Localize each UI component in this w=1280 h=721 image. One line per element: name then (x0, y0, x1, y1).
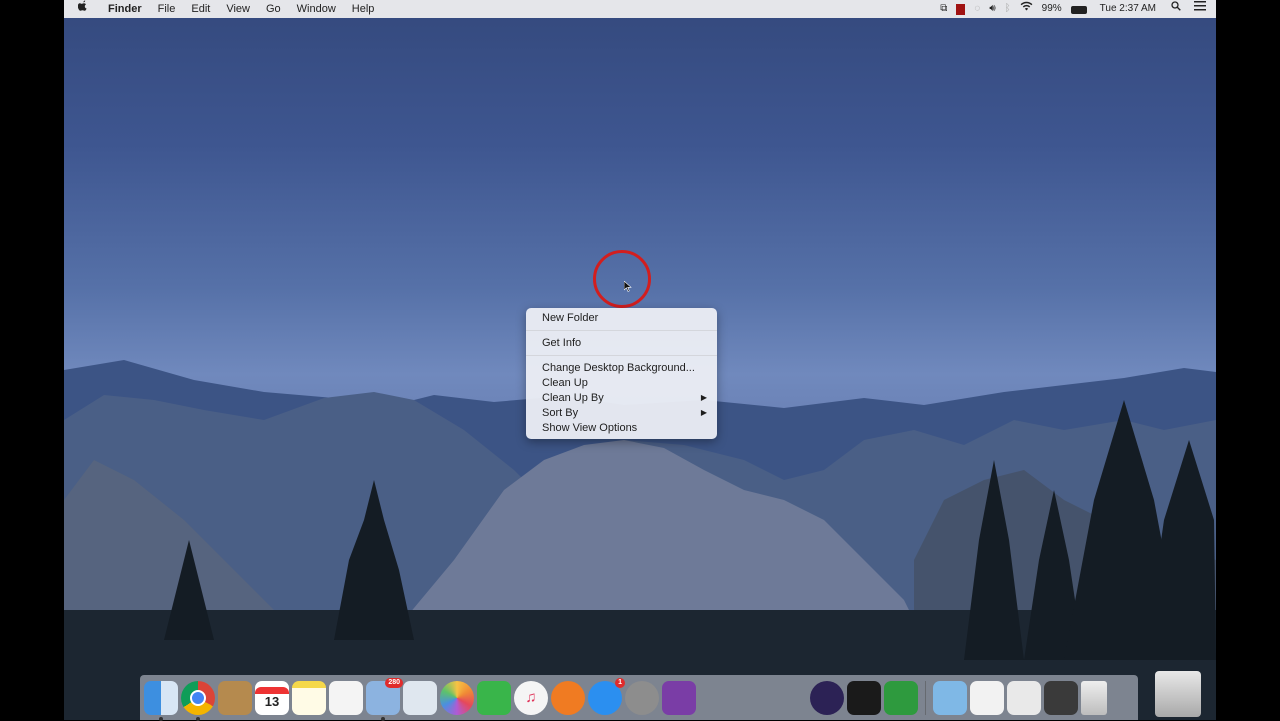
itunes-icon[interactable]: ♫ (514, 680, 548, 715)
eclipse-icon[interactable] (810, 680, 844, 715)
context-item-clean-up[interactable]: Clean Up (542, 376, 709, 390)
calendar-day: 13 (264, 693, 280, 709)
battery-percent[interactable]: 99% (1042, 0, 1062, 18)
word-icon[interactable] (699, 681, 733, 715)
photos-icon[interactable] (440, 680, 474, 715)
dock: 13 280 ♫ 1 (140, 675, 1138, 721)
context-item-clean-up-by[interactable]: Clean Up By ▶ (542, 391, 709, 405)
dropbox-icon[interactable]: ⧉ (940, 0, 947, 18)
menu-file[interactable]: File (150, 0, 184, 18)
chrome-icon[interactable] (181, 680, 215, 721)
recording-icon[interactable] (956, 3, 966, 15)
clock[interactable]: Tue 2:37 AM (1100, 0, 1156, 18)
onenote-icon[interactable] (662, 680, 696, 715)
calendar-header (255, 686, 289, 694)
preview-icon[interactable] (403, 680, 437, 715)
context-item-change-desktop-background[interactable]: Change Desktop Background... (542, 361, 709, 375)
mouse-cursor-icon (623, 280, 632, 294)
context-item-label: Get Info (542, 337, 582, 349)
terminal-icon[interactable] (847, 680, 881, 715)
notes-icon[interactable] (292, 680, 326, 715)
menu-go[interactable]: Go (258, 0, 289, 18)
downloads-stack-icon[interactable] (1007, 680, 1041, 715)
excel-icon[interactable] (736, 681, 770, 715)
context-item-label: Clean Up By (542, 392, 604, 404)
hard-drive-icon[interactable] (1155, 671, 1201, 717)
camtasia-icon[interactable] (884, 680, 918, 715)
mail-badge: 280 (385, 677, 403, 688)
context-item-show-view-options[interactable]: Show View Options (542, 421, 709, 435)
powerpoint-icon[interactable] (773, 681, 807, 715)
facetime-icon[interactable] (477, 680, 511, 715)
app-store-badge: 1 (615, 677, 625, 688)
chrome-center-icon (190, 689, 206, 706)
menu-window[interactable]: Window (289, 0, 344, 18)
bluetooth-icon[interactable]: ᛒ (1005, 0, 1011, 18)
status-area: ⧉ ◌ 🔊︎ ᛒ 99% Tue 2:37 AM (940, 0, 1206, 18)
context-item-label: Show View Options (542, 422, 638, 434)
volume-icon[interactable]: 🔊︎ (989, 0, 995, 18)
context-item-label: Clean Up (542, 377, 588, 389)
context-item-label: Change Desktop Background... (542, 362, 695, 374)
reminders-icon[interactable] (329, 680, 363, 715)
apple-icon[interactable] (64, 0, 100, 18)
context-item-new-folder[interactable]: New Folder (542, 311, 709, 325)
calendar-icon[interactable]: 13 (255, 680, 289, 715)
submenu-arrow-icon: ▶ (700, 408, 707, 417)
context-item-sort-by[interactable]: Sort By ▶ (542, 406, 709, 420)
context-item-label: New Folder (542, 312, 599, 324)
wifi-icon[interactable] (1020, 0, 1033, 18)
menu-bar: Finder File Edit View Go Window Help ⧉ ◌… (64, 0, 1216, 18)
trash-icon[interactable] (1081, 680, 1107, 715)
screenshot-stack-icon[interactable] (1044, 680, 1078, 715)
applications-folder-icon[interactable] (933, 680, 967, 715)
context-item-get-info[interactable]: Get Info (542, 336, 709, 350)
contacts-icon[interactable] (218, 680, 252, 715)
notification-center-icon[interactable] (1194, 0, 1206, 18)
battery-icon[interactable] (1070, 6, 1087, 14)
documents-stack-icon[interactable] (970, 680, 1004, 715)
context-item-label: Sort By (542, 407, 579, 419)
ibooks-icon[interactable] (551, 680, 585, 715)
menu-view[interactable]: View (218, 0, 258, 18)
highlight-circle (593, 250, 651, 308)
system-preferences-icon[interactable] (625, 680, 659, 715)
menu-separator (526, 355, 717, 356)
context-menu: New Folder Get Info Change Desktop Backg… (526, 308, 717, 439)
menu-finder[interactable]: Finder (100, 0, 150, 18)
finder-icon[interactable] (144, 680, 178, 721)
menu-separator (526, 330, 717, 331)
submenu-arrow-icon: ▶ (700, 393, 707, 402)
menu-help[interactable]: Help (344, 0, 383, 18)
mail-icon[interactable]: 280 (366, 677, 403, 721)
menu-edit[interactable]: Edit (183, 0, 218, 18)
app-store-icon[interactable]: 1 (588, 677, 625, 715)
dock-separator (925, 680, 926, 715)
spotlight-search-icon[interactable] (1171, 0, 1181, 18)
time-machine-icon[interactable]: ◌ (974, 0, 980, 18)
